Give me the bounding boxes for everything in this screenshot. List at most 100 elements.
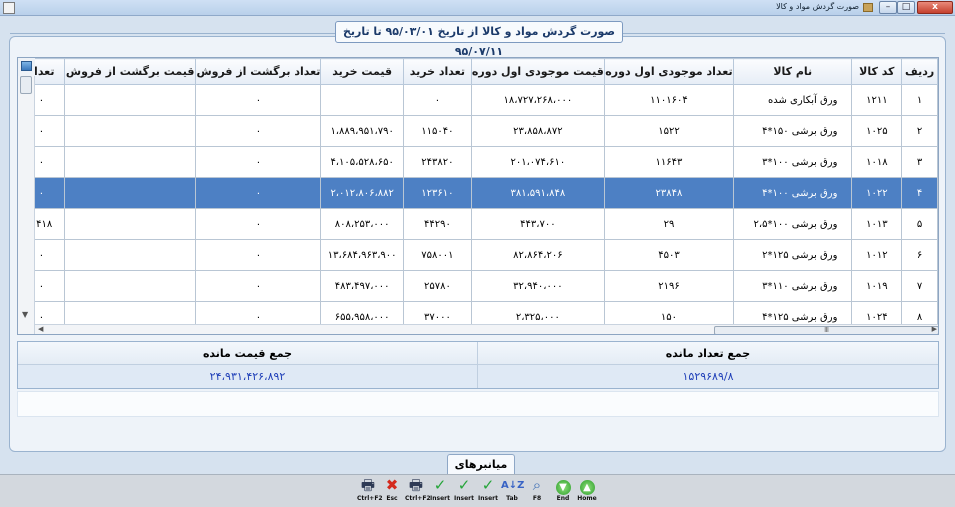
scroll-right-icon[interactable]: ▶: [932, 325, 937, 333]
print-preview-button[interactable]: 🖶 Ctrl+F2: [405, 477, 431, 506]
table-cell[interactable]: [320, 84, 404, 116]
table-cell[interactable]: ۲۴۳۸۲۰: [402, 146, 472, 178]
scroll-down-icon[interactable]: ▼: [22, 310, 28, 319]
table-cell[interactable]: ۱: [901, 84, 938, 116]
column-header[interactable]: قیمت خرید: [320, 58, 404, 85]
column-header[interactable]: نام کالا: [733, 58, 853, 85]
table-cell[interactable]: ۱۵۲۲: [603, 115, 735, 147]
table-cell[interactable]: ۲۱۹۶: [603, 270, 735, 302]
table-cell[interactable]: ۴،۱۰۵،۵۲۸،۶۵۰: [320, 146, 404, 178]
table-cell[interactable]: ۱۸،۷۲۷،۲۶۸،۰۰۰: [470, 84, 605, 116]
column-header[interactable]: تعداد موجودی اول دوره: [603, 58, 735, 85]
table-cell[interactable]: ۰: [195, 146, 322, 178]
minimize-button[interactable]: –: [879, 1, 897, 14]
table-cell[interactable]: ۷۵۸۰۰۱: [402, 239, 472, 271]
table-cell[interactable]: ورق برشی ۱۰۰*۴: [733, 177, 853, 209]
table-cell[interactable]: ۲۵۷۸۰: [402, 270, 472, 302]
sort-button[interactable]: A↓Z Tab: [501, 477, 524, 506]
table-cell[interactable]: ۱۱۰۱۶۰۴: [603, 84, 735, 116]
vertical-scrollbar[interactable]: ▲ ▼: [18, 58, 35, 334]
table-cell[interactable]: ۲۰۱،۰۷۴،۶۱۰: [470, 146, 605, 178]
table-cell[interactable]: ۰: [195, 115, 322, 147]
table-cell[interactable]: ۲: [901, 115, 938, 147]
table-row[interactable]: ۷ ۱۰۱۹ ورق برشی ۱۱۰*۳ ۲۱۹۶ ۳۲،۹۴۰،۰۰۰ ۲۵۷۸۰ ۴۸…: [18, 270, 938, 302]
column-header[interactable]: قیمت موجودی اول دوره: [470, 58, 605, 85]
table-cell[interactable]: ۳۲،۹۴۰،۰۰۰: [470, 270, 605, 302]
maximize-button[interactable]: □: [897, 1, 915, 14]
column-header[interactable]: تعداد خرید: [402, 58, 472, 85]
table-cell[interactable]: ورق برشی ۱۰۰*۳: [733, 146, 853, 178]
table-cell[interactable]: ۱۱۵۰۴۰: [402, 115, 472, 147]
column-header[interactable]: ردیف: [901, 58, 938, 85]
items-grid[interactable]: ردیف کد کالا نام کالا تعداد موجودی اول دوره…: [17, 57, 939, 335]
table-cell[interactable]: ۱۰۲۲: [851, 177, 903, 209]
table-cell[interactable]: ۱۰۲۵: [851, 115, 903, 147]
table-cell[interactable]: [63, 115, 197, 147]
table-cell[interactable]: ۱۰۱۳: [851, 208, 903, 240]
table-cell[interactable]: ورق آبکاری شده: [733, 84, 853, 116]
table-cell[interactable]: [63, 208, 197, 240]
home-button[interactable]: ▲ Home: [576, 477, 598, 506]
table-cell[interactable]: ورق برشی ۱۰۰*۲،۵: [733, 208, 853, 240]
table-cell[interactable]: ۱۳،۶۸۴،۹۶۳،۹۰۰: [320, 239, 404, 271]
insert-button-2[interactable]: ✓ Insert: [453, 477, 475, 506]
table-cell[interactable]: ورق برشی ۱۱۰*۳: [733, 270, 853, 302]
table-cell[interactable]: ۱۲۱۱: [851, 84, 903, 116]
column-header[interactable]: قیمت برگشت از فروش: [63, 58, 197, 85]
table-cell[interactable]: ۳: [901, 146, 938, 178]
scroll-left-icon[interactable]: ◀: [38, 325, 43, 333]
table-cell[interactable]: ۸۰۸،۲۵۳،۰۰۰: [320, 208, 404, 240]
table-cell[interactable]: ۴۴۳،۷۰۰: [470, 208, 605, 240]
table-cell[interactable]: ۴۴۲۹۰: [402, 208, 472, 240]
table-cell[interactable]: ۱۲۳۶۱۰: [402, 177, 472, 209]
table-cell[interactable]: ۶: [901, 239, 938, 271]
table-row[interactable]: ۵ ۱۰۱۳ ورق برشی ۱۰۰*۲،۵ ۲۹ ۴۴۳،۷۰۰ ۴۴۲۹۰ ۸۰۸،۲…: [18, 208, 938, 240]
table-cell[interactable]: ۲،۰۱۲،۸۰۶،۸۸۲: [320, 177, 404, 209]
table-cell[interactable]: ۰: [195, 84, 322, 116]
table-cell[interactable]: ۰: [195, 270, 322, 302]
table-cell[interactable]: ۴: [901, 177, 938, 209]
table-cell[interactable]: ۰: [195, 208, 322, 240]
table-cell[interactable]: ۱۰۱۹: [851, 270, 903, 302]
vertical-scroll-thumb[interactable]: [20, 76, 32, 94]
insert-button-1[interactable]: ✓ Insert: [429, 477, 451, 506]
horizontal-scrollbar[interactable]: ◀ Ⅲ ▶: [35, 324, 938, 334]
table-cell[interactable]: ۰: [195, 239, 322, 271]
tab-local-shortcuts[interactable]: میانبرهای محلی: [447, 454, 515, 490]
table-cell[interactable]: ۰: [402, 84, 472, 116]
table-row[interactable]: ۶ ۱۰۱۲ ورق برشی ۱۲۵*۲ ۴۵۰۳ ۸۲،۸۶۴،۲۰۶ ۷۵۸۰۰۱ ۱…: [18, 239, 938, 271]
column-header[interactable]: کد کالا: [851, 58, 903, 85]
table-cell[interactable]: ۲۳۸۴۸: [603, 177, 735, 209]
table-row[interactable]: ۲ ۱۰۲۵ ورق برشی ۱۵۰*۴ ۱۵۲۲ ۲۳،۸۵۸،۸۷۲ ۱۱۵۰۴۰ ۱…: [18, 115, 938, 147]
table-cell[interactable]: ورق برشی ۱۵۰*۴: [733, 115, 853, 147]
table-cell[interactable]: ۲۹: [603, 208, 735, 240]
table-cell[interactable]: ۸۲،۸۶۴،۲۰۶: [470, 239, 605, 271]
table-row[interactable]: ۳ ۱۰۱۸ ورق برشی ۱۰۰*۳ ۱۱۶۴۳ ۲۰۱،۰۷۴،۶۱۰ ۲۴۳۸۲…: [18, 146, 938, 178]
table-row[interactable]: ۴ ۱۰۲۲ ورق برشی ۱۰۰*۴ ۲۳۸۴۸ ۳۸۱،۵۹۱،۸۴۸ ۱۲۳۶۱…: [18, 177, 938, 209]
table-cell[interactable]: ۱۰۱۸: [851, 146, 903, 178]
table-row[interactable]: ۱ ۱۲۱۱ ورق آبکاری شده ۱۱۰۱۶۰۴ ۱۸،۷۲۷،۲۶۸،۰۰۰…: [18, 84, 938, 116]
esc-button[interactable]: ✖ Esc: [381, 477, 403, 506]
table-cell[interactable]: ۱۰۱۲: [851, 239, 903, 271]
table-cell[interactable]: ۳۸۱،۵۹۱،۸۴۸: [470, 177, 605, 209]
horizontal-scroll-thumb[interactable]: Ⅲ: [714, 326, 938, 334]
grid-settings-button[interactable]: [18, 58, 35, 76]
table-cell[interactable]: ۲۳،۸۵۸،۸۷۲: [470, 115, 605, 147]
table-cell[interactable]: ۵: [901, 208, 938, 240]
table-cell[interactable]: [63, 239, 197, 271]
find-button[interactable]: ⌕ F8: [526, 477, 548, 506]
end-button[interactable]: ▼ End: [552, 477, 574, 506]
table-cell[interactable]: [63, 270, 197, 302]
table-cell[interactable]: [63, 146, 197, 178]
table-cell[interactable]: ورق برشی ۱۲۵*۲: [733, 239, 853, 271]
insert-button-3[interactable]: ✓ Insert: [477, 477, 499, 506]
print-button[interactable]: 🖶 Ctrl+F2: [357, 477, 383, 506]
table-cell[interactable]: [63, 177, 197, 209]
table-cell[interactable]: ۴۸۳،۴۹۷،۰۰۰: [320, 270, 404, 302]
column-header[interactable]: تعداد برگشت از فروش: [195, 58, 322, 85]
table-cell[interactable]: ۰: [195, 177, 322, 209]
table-cell[interactable]: ۴۵۰۳: [603, 239, 735, 271]
close-window-button[interactable]: x: [917, 1, 953, 14]
table-cell[interactable]: ۱،۸۸۹،۹۵۱،۷۹۰: [320, 115, 404, 147]
table-cell[interactable]: ۷: [901, 270, 938, 302]
